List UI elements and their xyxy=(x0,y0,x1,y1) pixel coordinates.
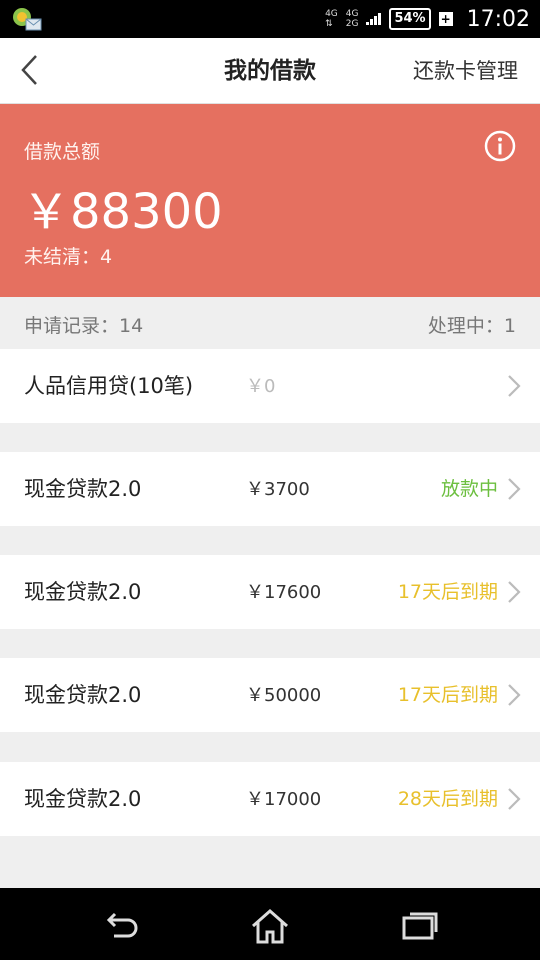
total-loan-label: 借款总额 xyxy=(24,141,101,163)
top-nav-bar: 我的借款 还款卡管理 xyxy=(0,38,540,104)
chevron-right-icon xyxy=(508,478,521,500)
loan-amount: ￥50000 xyxy=(246,685,322,706)
loan-amount: ￥0 xyxy=(246,376,276,397)
loan-name: 现金贷款2.0 xyxy=(24,683,142,707)
chevron-right-icon xyxy=(508,684,521,706)
info-icon[interactable] xyxy=(484,130,516,162)
recent-apps-key-icon[interactable] xyxy=(400,906,440,946)
data-arrows-icon: ⇅ xyxy=(325,19,333,29)
loan-amount: ￥17600 xyxy=(246,582,322,603)
network-type-b: 2G xyxy=(345,19,359,29)
charging-icon: + xyxy=(438,12,453,26)
loan-status: 17天后到期 xyxy=(397,684,498,706)
records-row: 申请记录：14 处理中：1 xyxy=(0,297,540,349)
network-type-a: 4G xyxy=(345,9,359,19)
loan-name: 现金贷款2.0 xyxy=(24,580,142,604)
home-key-icon[interactable] xyxy=(250,906,290,946)
loan-summary-card: 借款总额 ￥88300 未结清：4 xyxy=(0,104,540,297)
loan-amount: ￥17000 xyxy=(246,789,322,810)
application-records: 申请记录：14 xyxy=(24,315,144,337)
loan-item[interactable]: 人品信用贷(10笔) ￥0 xyxy=(0,349,540,423)
unsettled-count: 未结清：4 xyxy=(24,246,113,268)
loan-item[interactable]: 现金贷款2.0 ￥3700 放款中 xyxy=(0,452,540,526)
battery-level: 54% xyxy=(389,8,431,30)
signal-icon xyxy=(366,13,382,25)
back-icon[interactable] xyxy=(14,52,50,88)
chevron-right-icon xyxy=(508,581,521,603)
total-loan-amount: ￥88300 xyxy=(22,184,223,240)
loan-status: 放款中 xyxy=(440,478,498,500)
loan-item[interactable]: 现金贷款2.0 ￥17600 17天后到期 xyxy=(0,555,540,629)
network-indicator: 4G ⇅ xyxy=(325,9,338,29)
loan-item[interactable]: 现金贷款2.0 ￥17000 28天后到期 xyxy=(0,762,540,836)
repayment-card-management-link[interactable]: 还款卡管理 xyxy=(413,38,518,104)
loan-status: 17天后到期 xyxy=(397,581,498,603)
clock: 17:02 xyxy=(466,6,530,32)
processing-count: 处理中：1 xyxy=(427,315,516,337)
system-navigation-bar xyxy=(0,888,540,960)
loan-name: 人品信用贷(10笔) xyxy=(24,374,194,398)
chevron-right-icon xyxy=(508,788,521,810)
loan-name: 现金贷款2.0 xyxy=(24,477,142,501)
notification-icon xyxy=(13,8,42,31)
back-key-icon[interactable] xyxy=(100,906,140,946)
network-type-top: 4G xyxy=(325,9,338,19)
loan-amount: ￥3700 xyxy=(246,479,310,500)
loan-status: 28天后到期 xyxy=(397,788,498,810)
loan-item[interactable]: 现金贷款2.0 ￥50000 17天后到期 xyxy=(0,658,540,732)
chevron-right-icon xyxy=(508,375,521,397)
network-indicator-2: 4G 2G xyxy=(346,9,359,29)
loan-name: 现金贷款2.0 xyxy=(24,787,142,811)
status-bar: 4G ⇅ 4G 2G 54% + 17:02 xyxy=(0,0,540,38)
